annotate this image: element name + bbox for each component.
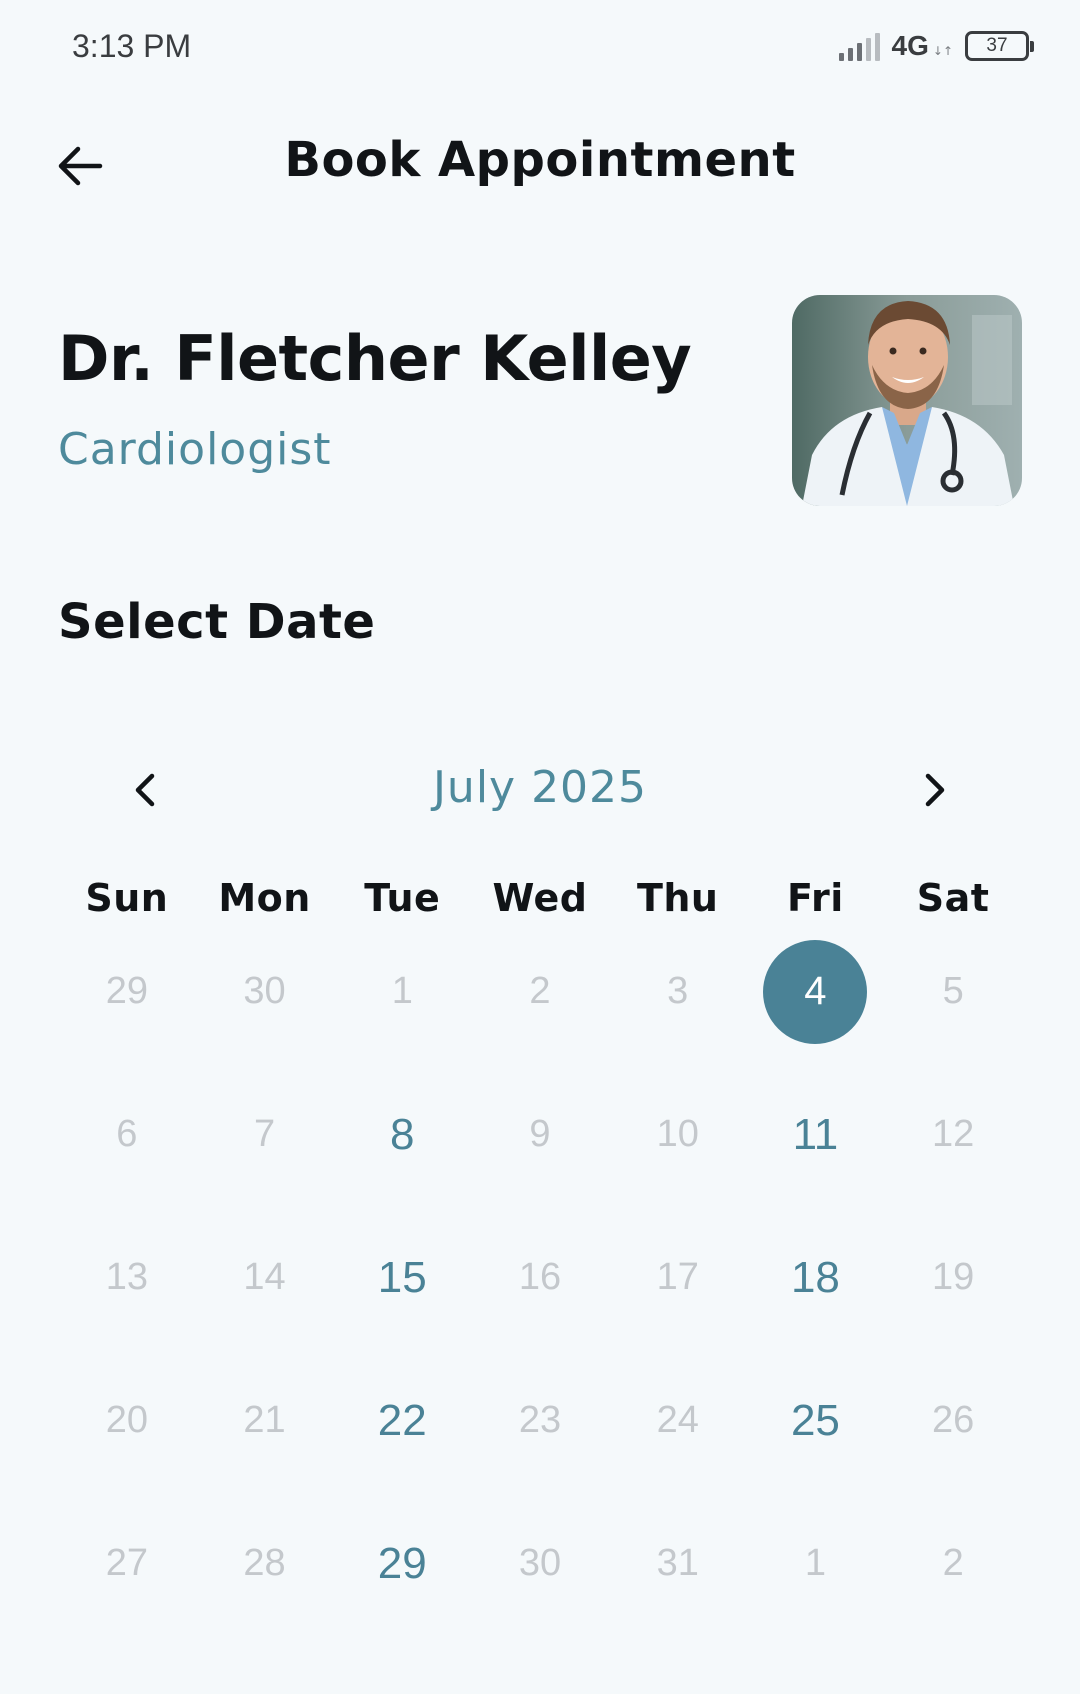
day-cell: 14 (196, 1206, 334, 1349)
day-number: 28 (243, 1542, 286, 1584)
day-cell: 27 (58, 1492, 196, 1635)
day-number: 14 (243, 1256, 286, 1298)
day-cell: 26 (884, 1349, 1022, 1492)
day-number: 10 (656, 1113, 699, 1155)
day-number: 30 (243, 970, 286, 1012)
day-cell: 20 (58, 1349, 196, 1492)
select-date-heading: Select Date (58, 594, 376, 650)
calendar-grid: 29 30 1 2 3 4 5 6 7 8 9 10 11 12 13 14 15 16 17 18 19 20 21 22 2… (58, 920, 1022, 1635)
day-number: 2 (942, 1542, 964, 1584)
day-number: 15 (377, 1252, 427, 1302)
day-cell[interactable]: 11 (747, 1063, 885, 1206)
selected-day-cell[interactable]: 4 (747, 920, 885, 1063)
day-number: 4 (763, 939, 868, 1044)
day-number: 12 (931, 1113, 975, 1155)
day-cell: 29 (58, 920, 196, 1063)
signal-icon (838, 31, 880, 61)
data-activity-icon: ↓↑ (932, 44, 953, 58)
day-cell: 2 (884, 1492, 1022, 1635)
day-cell: 16 (471, 1206, 609, 1349)
day-cell[interactable]: 29 (333, 1492, 471, 1635)
day-cell: 30 (196, 920, 334, 1063)
day-number: 22 (377, 1395, 427, 1445)
day-cell: 7 (196, 1063, 334, 1206)
day-cell[interactable]: 15 (333, 1206, 471, 1349)
day-number: 9 (529, 1113, 551, 1155)
day-number: 6 (116, 1113, 138, 1155)
weekday-header: Sun Mon Tue Wed Thu Fri Sat (58, 876, 1022, 920)
doctor-photo (792, 295, 1022, 506)
day-number: 3 (667, 970, 689, 1012)
day-cell: 5 (884, 920, 1022, 1063)
day-cell: 21 (196, 1349, 334, 1492)
page-title: Book Appointment (284, 132, 796, 188)
day-number: 26 (931, 1399, 975, 1441)
day-cell: 28 (196, 1492, 334, 1635)
day-cell: 9 (471, 1063, 609, 1206)
day-cell[interactable]: 25 (747, 1349, 885, 1492)
weekday-label: Fri (787, 876, 844, 920)
day-cell: 3 (609, 920, 747, 1063)
day-number: 19 (931, 1256, 975, 1298)
day-number: 25 (790, 1395, 840, 1445)
battery-level: 37 (965, 31, 1029, 61)
weekday-label: Tue (364, 876, 441, 920)
status-indicators: 4G ↓↑ 37 (838, 30, 1034, 62)
weekday-label: Wed (492, 876, 588, 920)
day-cell: 30 (471, 1492, 609, 1635)
battery-icon: 37 (965, 31, 1034, 61)
day-number: 2 (529, 970, 551, 1012)
network-type: 4G (891, 30, 929, 61)
day-cell: 17 (609, 1206, 747, 1349)
day-number: 29 (377, 1538, 427, 1588)
status-bar: 3:13 PM 4G ↓↑ 37 (0, 0, 1080, 96)
day-cell: 31 (609, 1492, 747, 1635)
day-number: 21 (243, 1399, 286, 1441)
status-time: 3:13 PM (72, 28, 192, 64)
day-number: 18 (790, 1252, 840, 1302)
day-number: 8 (390, 1109, 415, 1159)
day-number: 29 (105, 970, 148, 1012)
day-cell: 23 (471, 1349, 609, 1492)
day-number: 20 (105, 1399, 148, 1441)
month-navigator: July 2025 (0, 750, 1080, 830)
day-number: 31 (656, 1542, 699, 1584)
day-number: 1 (804, 1542, 826, 1584)
day-number: 27 (105, 1542, 148, 1584)
day-cell: 13 (58, 1206, 196, 1349)
day-number: 16 (518, 1256, 562, 1298)
day-number: 1 (391, 970, 413, 1012)
day-cell[interactable]: 18 (747, 1206, 885, 1349)
next-month-button[interactable] (899, 754, 971, 826)
day-number: 5 (942, 970, 964, 1012)
day-cell[interactable]: 8 (333, 1063, 471, 1206)
doctor-specialty: Cardiologist (58, 424, 332, 475)
weekday-label: Mon (218, 876, 311, 920)
day-number: 17 (656, 1256, 699, 1298)
day-cell: 1 (747, 1492, 885, 1635)
day-cell: 10 (609, 1063, 747, 1206)
day-cell: 2 (471, 920, 609, 1063)
weekday-label: Thu (636, 876, 719, 920)
weekday-label: Sat (916, 876, 990, 920)
day-number: 11 (792, 1109, 839, 1159)
day-number: 23 (518, 1399, 562, 1441)
weekday-label: Sun (85, 876, 169, 920)
doctor-name: Dr. Fletcher Kelley (58, 322, 692, 395)
day-number: 7 (253, 1113, 276, 1155)
day-cell: 19 (884, 1206, 1022, 1349)
day-cell: 24 (609, 1349, 747, 1492)
day-cell[interactable]: 22 (333, 1349, 471, 1492)
day-number: 30 (518, 1542, 562, 1584)
chevron-right-icon (925, 773, 945, 807)
day-number: 24 (656, 1399, 699, 1441)
day-cell: 6 (58, 1063, 196, 1206)
day-cell: 1 (333, 920, 471, 1063)
day-number: 13 (105, 1256, 148, 1298)
day-cell: 12 (884, 1063, 1022, 1206)
